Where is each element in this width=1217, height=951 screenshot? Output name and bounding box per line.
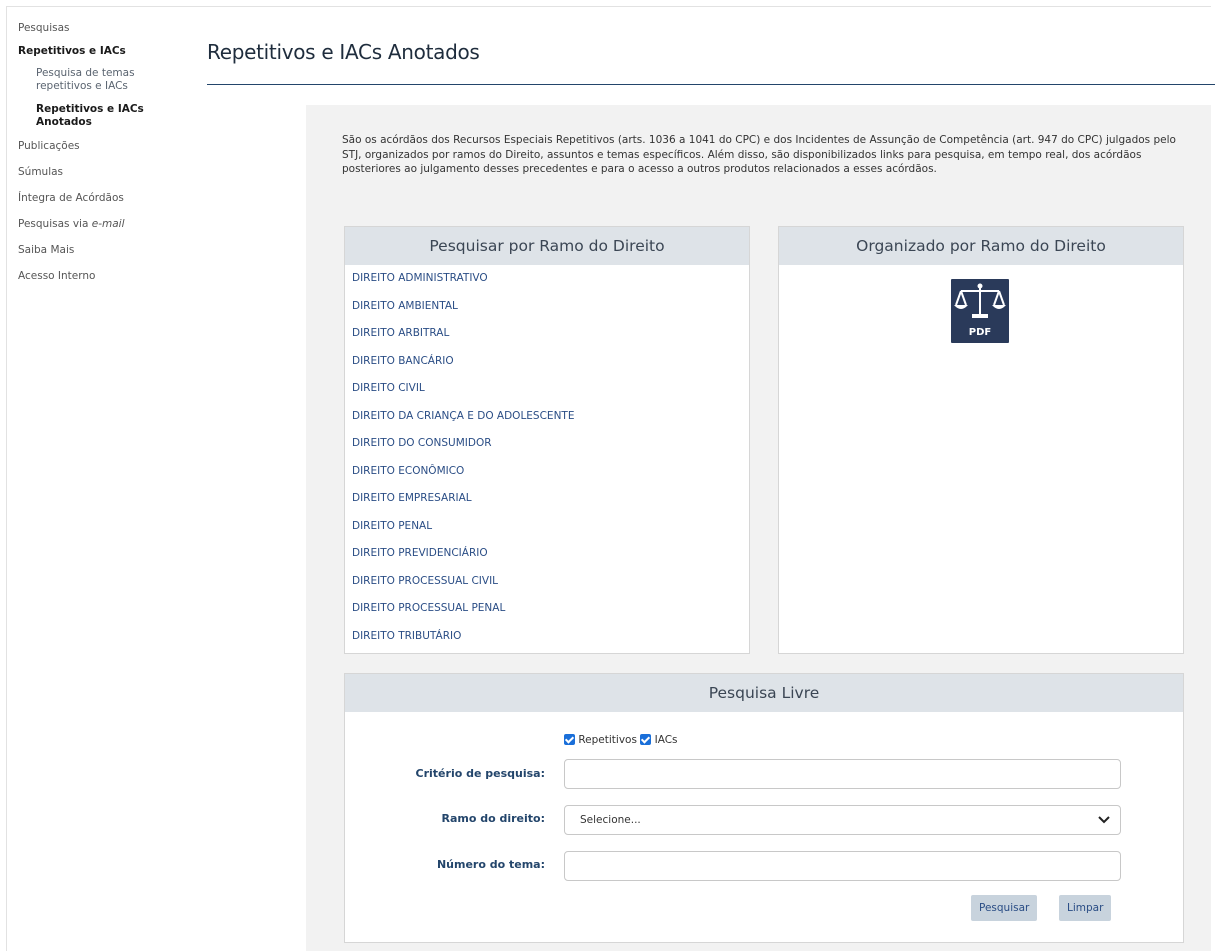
ramo-link[interactable]: DIREITO PREVIDENCIÁRIO	[352, 547, 488, 559]
sidebar-item-anotados[interactable]: Repetitivos e IACs Anotados	[18, 103, 188, 129]
pdf-label: PDF	[968, 327, 992, 338]
list-item: DIREITO DA CRIANÇA E DO ADOLESCENTE	[352, 403, 749, 431]
sidebar-item-saiba-mais[interactable]: Saiba Mais	[18, 243, 188, 258]
list-item: DIREITO PROCESSUAL CIVIL	[352, 568, 749, 596]
pesquisar-button[interactable]: Pesquisar	[971, 895, 1038, 921]
list-item: DIREITO TRIBUTÁRIO	[352, 623, 749, 651]
iacs-checkbox-label: IACs	[654, 734, 678, 746]
ramo-link[interactable]: DIREITO ARBITRAL	[352, 327, 449, 339]
ramo-list: DIREITO ADMINISTRATIVO DIREITO AMBIENTAL…	[345, 265, 749, 650]
criterio-input[interactable]	[564, 759, 1121, 789]
repetitivos-checkbox-label: Repetitivos	[578, 734, 637, 746]
frame-left-border	[6, 6, 7, 951]
numero-label: Número do tema:	[436, 858, 545, 871]
ramo-link[interactable]: DIREITO PROCESSUAL CIVIL	[352, 575, 498, 587]
ramo-select[interactable]: Selecione...	[564, 805, 1121, 835]
ramo-link[interactable]: DIREITO DA CRIANÇA E DO ADOLESCENTE	[352, 410, 574, 422]
numero-input[interactable]	[564, 851, 1121, 881]
ramo-link[interactable]: DIREITO EMPRESARIAL	[352, 492, 472, 504]
title-divider	[207, 84, 1215, 85]
ramo-link[interactable]: DIREITO CIVIL	[352, 382, 425, 394]
sidebar-item-email-em: e-mail	[91, 218, 125, 230]
ramo-link[interactable]: DIREITO ECONÔMICO	[352, 465, 464, 477]
criterio-label: Critério de pesquisa:	[415, 767, 545, 780]
ramo-label: Ramo do direito:	[441, 812, 545, 825]
ramo-link[interactable]: DIREITO TRIBUTÁRIO	[352, 630, 461, 642]
list-item: DIREITO DO CONSUMIDOR	[352, 430, 749, 458]
page-title: Repetitivos e IACs Anotados	[207, 40, 480, 64]
list-item: DIREITO ECONÔMICO	[352, 458, 749, 486]
sidebar-item-acesso-interno[interactable]: Acesso Interno	[18, 269, 188, 284]
pesquisa-livre-panel: Pesquisa Livre Repetitivos IACs Critério…	[344, 673, 1184, 943]
sidebar-item-pesquisas-email[interactable]: Pesquisas via e-mail	[18, 217, 188, 232]
content-panel: São os acórdãos dos Recursos Especiais R…	[306, 105, 1211, 951]
limpar-button[interactable]: Limpar	[1059, 895, 1112, 921]
scales-pdf-icon[interactable]: PDF	[951, 279, 1009, 343]
ramo-panel: Pesquisar por Ramo do Direito DIREITO AD…	[344, 226, 750, 654]
ramo-link[interactable]: DIREITO ADMINISTRATIVO	[352, 272, 488, 284]
sidebar-item-integra-acordaos[interactable]: Íntegra de Acórdãos	[18, 191, 188, 206]
type-checkboxes: Repetitivos IACs	[564, 734, 678, 746]
sidebar-nav: Pesquisas Repetitivos e IACs Pesquisa de…	[18, 22, 188, 295]
sidebar-item-email-prefix: Pesquisas via	[18, 218, 92, 230]
ramo-panel-title: Pesquisar por Ramo do Direito	[345, 227, 749, 265]
sidebar-item-publicacoes[interactable]: Publicações	[18, 139, 188, 154]
list-item: DIREITO BANCÁRIO	[352, 348, 749, 376]
ramo-link[interactable]: DIREITO DO CONSUMIDOR	[352, 437, 492, 449]
organizado-panel-title: Organizado por Ramo do Direito	[779, 227, 1183, 265]
ramo-link[interactable]: DIREITO AMBIENTAL	[352, 300, 458, 312]
organizado-panel: Organizado por Ramo do Direito PDF	[778, 226, 1184, 654]
ramo-link[interactable]: DIREITO PROCESSUAL PENAL	[352, 602, 505, 614]
repetitivos-checkbox[interactable]	[564, 734, 575, 745]
list-item: DIREITO PREVIDENCIÁRIO	[352, 540, 749, 568]
sidebar-item-sumulas[interactable]: Súmulas	[18, 165, 188, 180]
ramo-link[interactable]: DIREITO BANCÁRIO	[352, 355, 454, 367]
ramo-link[interactable]: DIREITO PENAL	[352, 520, 432, 532]
list-item: DIREITO ARBITRAL	[352, 320, 749, 348]
chevron-down-icon	[1098, 816, 1110, 824]
iacs-checkbox[interactable]	[640, 734, 652, 745]
ramo-select-value: Selecione...	[580, 814, 641, 826]
list-item: DIREITO PROCESSUAL PENAL	[352, 595, 749, 623]
scales-icon	[954, 283, 1006, 318]
list-item: DIREITO AMBIENTAL	[352, 293, 749, 321]
sidebar-item-pesquisas[interactable]: Pesquisas	[18, 22, 188, 34]
pesquisa-livre-title: Pesquisa Livre	[345, 674, 1183, 712]
sidebar-item-pesquisa-temas[interactable]: Pesquisa de temas repetitivos e IACs	[18, 67, 188, 93]
list-item: DIREITO PENAL	[352, 513, 749, 541]
list-item: DIREITO CIVIL	[352, 375, 749, 403]
list-item: DIREITO EMPRESARIAL	[352, 485, 749, 513]
frame-top-border	[6, 6, 1211, 7]
intro-text: São os acórdãos dos Recursos Especiais R…	[342, 134, 1176, 175]
sidebar-item-repetitivos-iacs[interactable]: Repetitivos e IACs	[18, 45, 188, 57]
list-item: DIREITO ADMINISTRATIVO	[352, 265, 749, 293]
